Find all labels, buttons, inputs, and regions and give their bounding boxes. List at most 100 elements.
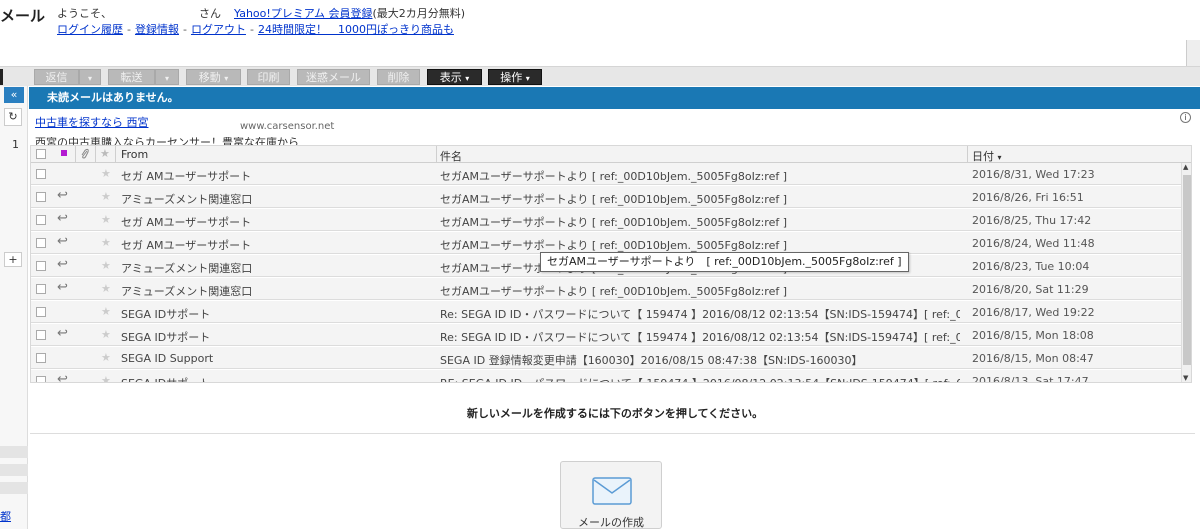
select-all-checkbox[interactable] [36, 149, 46, 159]
flag-icon[interactable] [61, 150, 67, 156]
message-row[interactable]: ↩ ★ アミューズメント関連窓口 セガAMユーザーサポートより [ ref:_0… [31, 186, 1181, 208]
message-row[interactable]: ★ SEGA IDサポート Re: SEGA ID ID・パスワードについて【 … [31, 301, 1181, 323]
row-checkbox[interactable] [36, 353, 46, 363]
reply-arrow-icon: ↩ [57, 326, 68, 341]
message-row[interactable]: ★ セガ AMユーザーサポート セガAMユーザーサポートより [ ref:_00… [31, 163, 1181, 185]
row-checkbox[interactable] [36, 261, 46, 271]
paperclip-icon[interactable] [80, 148, 90, 160]
collapse-sidebar-button[interactable]: « [4, 87, 24, 103]
sort-desc-icon: ▾ [997, 153, 1002, 162]
column-date[interactable]: 日付 ▾ [972, 148, 1002, 164]
star-icon[interactable]: ★ [101, 305, 111, 318]
add-folder-button[interactable]: + [4, 252, 22, 267]
view-menu-button[interactable]: 表示 ▾ [427, 69, 482, 85]
forward-button[interactable]: 転送 [108, 69, 155, 85]
column-divider [115, 146, 116, 163]
message-date: 2016/8/20, Sat 11:29 [972, 283, 1089, 296]
message-row[interactable]: ★ SEGA ID Support SEGA ID 登録情報変更申請【16003… [31, 347, 1181, 369]
refresh-icon[interactable]: ↻ [4, 108, 22, 126]
column-divider [967, 146, 968, 163]
message-from: SEGA ID Support [121, 352, 214, 365]
compose-instruction: 新しいメールを作成するには下のボタンを押してください。 [466, 407, 764, 420]
row-checkbox[interactable] [36, 215, 46, 225]
message-date: 2016/8/25, Thu 17:42 [972, 214, 1092, 227]
page-number: 1 [12, 138, 19, 151]
move-label: 移動 [198, 71, 221, 84]
promo-link[interactable]: 24時間限定！ 1000円ぽっきり商品も [258, 23, 454, 36]
message-subject: Re: SEGA ID ID・パスワードについて【 159474 】2016/0… [440, 331, 960, 344]
reply-arrow-icon: ↩ [57, 234, 68, 249]
star-icon[interactable]: ★ [100, 147, 110, 160]
reply-arrow-icon: ↩ [57, 280, 68, 295]
row-checkbox[interactable] [36, 238, 46, 248]
welcome-line: ようこそ、 さん Yahoo!プレミアム 会員登録(最大2カ月分無料) [57, 5, 465, 21]
delete-button[interactable]: 削除 [377, 69, 420, 85]
account-info-link[interactable]: 登録情報 [135, 23, 179, 36]
message-row[interactable]: ↩ ★ セガ AMユーザーサポート セガAMユーザーサポートより [ ref:_… [31, 232, 1181, 254]
column-from[interactable]: From [121, 148, 148, 161]
welcome-suffix: さん [199, 7, 221, 20]
row-checkbox[interactable] [36, 376, 46, 382]
reply-button[interactable]: 返信 [34, 69, 79, 85]
actions-menu-button[interactable]: 操作 ▾ [488, 69, 542, 85]
reply-arrow-icon: ↩ [57, 211, 68, 226]
star-icon[interactable]: ★ [101, 374, 111, 382]
message-date: 2016/8/15, Mon 08:47 [972, 352, 1094, 365]
star-icon[interactable]: ★ [101, 351, 111, 364]
login-history-link[interactable]: ログイン履歴 [57, 23, 123, 36]
spam-button[interactable]: 迷惑メール [297, 69, 370, 85]
scroll-up-icon[interactable]: ▲ [1183, 163, 1188, 171]
actions-label: 操作 [500, 71, 523, 84]
message-from: セガ AMユーザーサポート [121, 216, 252, 229]
message-date: 2016/8/24, Wed 11:48 [972, 237, 1095, 250]
star-icon[interactable]: ★ [101, 328, 111, 341]
logout-link[interactable]: ログアウト [191, 23, 246, 36]
star-icon[interactable]: ★ [101, 236, 111, 249]
message-row[interactable]: ↩ ★ セガ AMユーザーサポート セガAMユーザーサポートより [ ref:_… [31, 209, 1181, 231]
message-date: 2016/8/13, Sat 17:47 [972, 375, 1089, 383]
message-date: 2016/8/26, Fri 16:51 [972, 191, 1084, 204]
list-scrollbar[interactable]: ▲ ▼ [1181, 163, 1191, 382]
row-checkbox[interactable] [36, 192, 46, 202]
message-subject: セガAMユーザーサポートより [ ref:_00D10bJem._5005Fg8… [440, 216, 788, 229]
row-checkbox[interactable] [36, 330, 46, 340]
column-divider [436, 146, 437, 163]
forward-dropdown[interactable]: ▾ [155, 69, 179, 85]
chevron-down-icon: ▾ [87, 74, 92, 83]
star-icon[interactable]: ★ [101, 259, 111, 272]
view-label: 表示 [439, 71, 462, 84]
reply-arrow-icon: ↩ [57, 188, 68, 203]
row-checkbox[interactable] [36, 307, 46, 317]
ad-title-link[interactable]: 中古車を探すなら 西宮 [35, 114, 149, 130]
message-row[interactable]: ↩ ★ SEGA IDサポート Re: SEGA ID ID・パスワードについて… [31, 324, 1181, 346]
scrollbar-thumb[interactable] [1183, 175, 1191, 365]
compose-mail-button[interactable]: メールの作成 [560, 461, 662, 529]
star-icon[interactable]: ★ [101, 167, 111, 180]
message-from: SEGA IDサポート [121, 308, 211, 321]
message-row[interactable]: ↩ ★ SEGA IDサポート RE: SEGA ID ID・パスワードについて… [31, 370, 1181, 383]
scroll-down-icon[interactable]: ▼ [1183, 374, 1188, 382]
reply-arrow-icon: ↩ [57, 257, 68, 272]
chevron-down-icon: ▾ [164, 74, 169, 83]
ad-info-icon[interactable]: i [1180, 112, 1191, 123]
row-checkbox[interactable] [36, 284, 46, 294]
star-icon[interactable]: ★ [101, 282, 111, 295]
print-button[interactable]: 印刷 [247, 69, 290, 85]
rail-link[interactable]: 都 [0, 508, 11, 524]
rail-block [0, 482, 28, 494]
column-subject[interactable]: 件名 [440, 148, 462, 164]
message-from: アミューズメント関連窓口 [121, 285, 253, 298]
premium-note: (最大2カ月分無料) [372, 7, 466, 20]
chevron-down-icon: ▾ [525, 74, 530, 83]
message-date: 2016/8/31, Wed 17:23 [972, 168, 1095, 181]
star-icon[interactable]: ★ [101, 190, 111, 203]
premium-signup-link[interactable]: Yahoo!プレミアム 会員登録 [234, 7, 373, 20]
star-icon[interactable]: ★ [101, 213, 111, 226]
message-from: SEGA IDサポート [121, 375, 421, 382]
message-row[interactable]: ↩ ★ アミューズメント関連窓口 セガAMユーザーサポートより [ ref:_0… [31, 278, 1181, 300]
reply-dropdown[interactable]: ▾ [79, 69, 101, 85]
row-checkbox[interactable] [36, 169, 46, 179]
list-header: ★ From 件名 日付 ▾ [31, 146, 1191, 164]
left-rail: « ↻ 1 + 都 [0, 86, 28, 529]
move-button[interactable]: 移動 ▾ [186, 69, 241, 85]
